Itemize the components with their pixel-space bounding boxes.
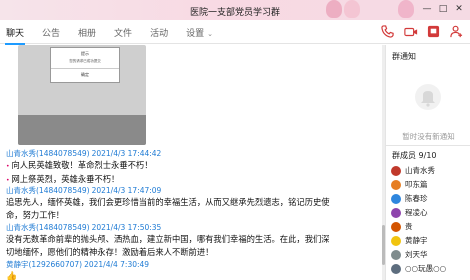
screenshot-dialog-ok: 确定: [81, 72, 89, 77]
message-line: 没有无数革命前辈的抛头颅、洒热血，建立新中国，哪有我们幸福的生活。在此，我们深: [6, 234, 330, 244]
avatar: [391, 263, 401, 274]
chat-message: 山青水秀(1484078549) 2021/4/3 17:44:42 • 向人民英…: [6, 148, 161, 187]
chat-history[interactable]: 提示 您的请求已成功提交 确定 山青水秀(1484078549) 2021/4/3…: [0, 45, 382, 280]
message-sender[interactable]: 黄静宇(1292660707) 2021/4/4 7:30:49: [6, 259, 149, 270]
member-name: 刘天华: [405, 250, 428, 259]
member-name: 山青水秀: [405, 166, 435, 175]
thumbs-up-emoji-icon: 👍: [6, 272, 18, 280]
member-name: ○○玩愚○○: [405, 264, 447, 273]
tab-bar: 聊天 公告 相册 文件 活动 设置 ⌄: [0, 20, 470, 45]
message-sender[interactable]: 山青水秀(1484078549) 2021/4/3 17:47:09: [6, 185, 330, 196]
member-item[interactable]: 程凌心: [391, 206, 428, 219]
tab-settings-label: 设置: [186, 29, 205, 39]
avatar: [391, 193, 401, 204]
avatar: [391, 207, 401, 218]
message-line: 命，努力工作！: [6, 210, 65, 220]
shared-screenshot-image[interactable]: 提示 您的请求已成功提交 确定: [18, 45, 146, 145]
close-button[interactable]: ✕: [452, 2, 466, 15]
chat-message: 山青水秀(1484078549) 2021/4/3 17:47:09 追思先人，缅…: [6, 185, 330, 222]
decoration-balloon-icon: [344, 0, 360, 18]
phone-icon[interactable]: [380, 24, 395, 39]
member-item[interactable]: 刘天华: [391, 248, 428, 261]
tab-files[interactable]: 文件: [114, 26, 132, 39]
member-item[interactable]: 陈春珍: [391, 192, 428, 205]
screenshot-dialog-divider: [51, 68, 119, 69]
avatar: [391, 179, 401, 190]
avatar: [391, 235, 401, 246]
decoration-balloon-icon: [326, 0, 342, 18]
member-name: 叩东篇: [405, 180, 428, 189]
message-sender[interactable]: 山青水秀(1484078549) 2021/4/3 17:44:42: [6, 148, 161, 159]
title-bar: 医院一支部党员学习群 — □ ✕: [0, 0, 470, 20]
sender-name[interactable]: 山青水秀(1484078549): [6, 149, 90, 158]
message-time: 2021/4/3 17:50:35: [91, 223, 162, 232]
panel-divider: [386, 145, 470, 146]
message-text: • 向人民英雄致敬！革命烈士永垂不朽！: [6, 159, 161, 173]
message-line: 网上祭英烈，英雄永垂不朽！: [11, 174, 120, 184]
chat-message: 黄静宇(1292660707) 2021/4/4 7:30:49 👍: [6, 259, 149, 280]
group-members-title: 群成员 9/10: [392, 151, 437, 160]
decoration-balloon-icon: [398, 0, 414, 18]
tab-album[interactable]: 相册: [78, 26, 96, 39]
chat-message: 山青水秀(1484078549) 2021/4/3 17:50:35 没有无数革命…: [6, 222, 330, 259]
member-name: 陈春珍: [405, 194, 428, 203]
member-item[interactable]: ○○玩愚○○: [391, 262, 446, 275]
group-notice-area: 暂时没有新通知: [386, 65, 470, 145]
sender-name[interactable]: 山青水秀(1484078549): [6, 186, 90, 195]
screenshot-dialog-message: 您的请求已成功提交: [69, 59, 101, 63]
avatar: [391, 221, 401, 232]
message-sender[interactable]: 山青水秀(1484078549) 2021/4/3 17:50:35: [6, 222, 330, 233]
message-text: 👍: [6, 270, 149, 280]
no-notice-text: 暂时没有新通知: [402, 132, 455, 141]
message-line: 追思先人，缅怀英雄，我们会更珍惜当前的幸福生活，从而又继承先烈遗志，铭记历史使: [6, 197, 330, 207]
screenshot-dialog: 提示 您的请求已成功提交 确定: [50, 47, 120, 83]
message-time: 2021/4/4 7:30:49: [84, 260, 150, 269]
member-name: 贵: [405, 222, 413, 231]
member-item[interactable]: 叩东篇: [391, 178, 428, 191]
member-item[interactable]: 贵: [391, 220, 413, 233]
sender-name[interactable]: 山青水秀(1484078549): [6, 223, 90, 232]
minimize-button[interactable]: —: [420, 2, 434, 15]
member-item[interactable]: 黄静宇: [391, 234, 428, 247]
maximize-button[interactable]: □: [436, 2, 450, 15]
tab-chat[interactable]: 聊天: [4, 26, 26, 45]
add-member-icon[interactable]: [449, 24, 464, 39]
member-item[interactable]: 山青水秀: [391, 164, 435, 177]
group-notice-title: 群通知: [392, 52, 416, 61]
member-name: 黄静宇: [405, 236, 428, 245]
sender-name[interactable]: 黄静宇(1292660707): [6, 260, 82, 269]
video-icon[interactable]: [403, 24, 418, 39]
empty-notice-icon: [415, 84, 441, 110]
message-time: 2021/4/3 17:44:42: [91, 149, 162, 158]
tab-events[interactable]: 活动: [150, 26, 168, 39]
tab-settings[interactable]: 设置 ⌄: [186, 26, 213, 39]
avatar: [391, 249, 401, 260]
tab-announcement[interactable]: 公告: [42, 26, 60, 39]
chevron-down-icon: ⌄: [207, 30, 213, 38]
screenshot-dark-area: [18, 115, 146, 145]
screenshot-dialog-title: 提示: [81, 51, 89, 56]
message-line: 向人民英雄致敬！革命烈士永垂不朽！: [11, 160, 153, 170]
member-name: 程凌心: [405, 208, 428, 217]
message-time: 2021/4/3 17:47:09: [91, 186, 162, 195]
avatar: [391, 165, 401, 176]
screen-share-icon[interactable]: [426, 24, 441, 39]
message-line: 切地缅怀，愿他们的精神永存！激励着后来人不断前进！: [6, 247, 214, 257]
group-side-panel: 群通知 暂时没有新通知 群成员 9/10 山青水秀 叩东篇 陈春珍 程凌心 贵 …: [385, 45, 470, 280]
